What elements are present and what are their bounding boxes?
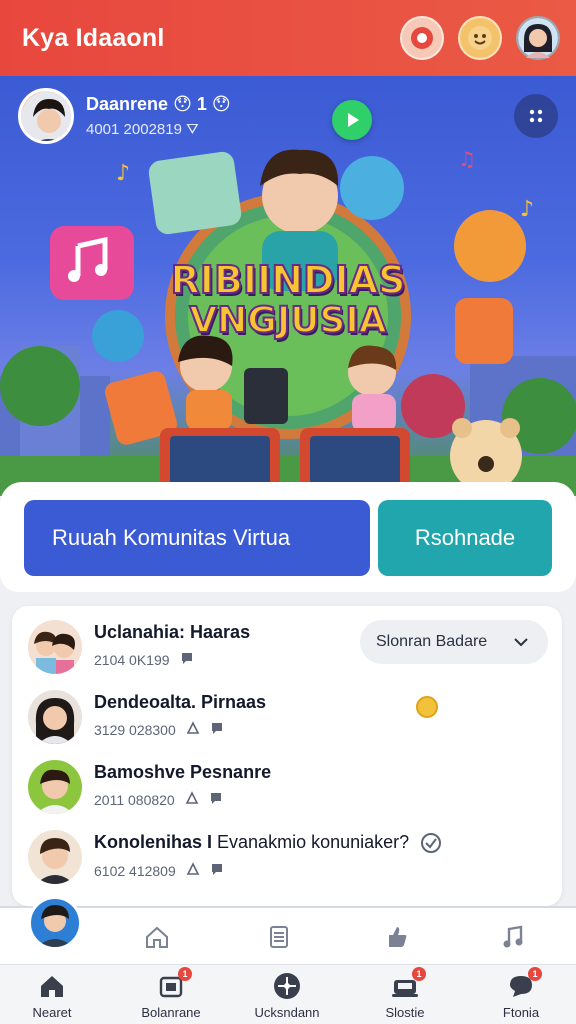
nav-label: Nearet xyxy=(32,1005,72,1020)
nav-item-nearet[interactable]: Nearet xyxy=(0,971,107,1024)
app-header: Kya Idaaonl xyxy=(0,0,576,76)
record-icon[interactable] xyxy=(400,16,444,60)
join-community-button[interactable]: Ruuah Komunitas Virtua xyxy=(24,500,370,576)
nav-label: Bolanrane xyxy=(141,1005,201,1020)
inbox-icon: 1 xyxy=(156,967,192,1001)
hero-banner: ♪ ♪ ♫ Daanrene 😯 1 😯 4001 2002819 ⛛ RIBI… xyxy=(0,76,576,496)
document-icon[interactable] xyxy=(262,920,296,954)
profile-meta: 4001 2002819 ⛛ xyxy=(86,121,199,138)
share-icon xyxy=(186,862,200,879)
list-item-meta: 6102 412809 xyxy=(94,862,442,879)
comment-icon xyxy=(209,791,223,808)
chat-icon: 1 xyxy=(506,967,542,1001)
profile-emojis: 😯 1 😯 xyxy=(173,94,231,114)
grid-icon xyxy=(529,109,543,123)
notification-badge: 1 xyxy=(412,967,426,981)
app-title: Kya Idaaonl xyxy=(22,23,165,52)
action-card: Ruuah Komunitas Virtua Rsohnade xyxy=(0,482,576,592)
play-icon xyxy=(348,113,359,127)
list-item-meta: 2011 080820 xyxy=(94,791,271,808)
list-item[interactable]: Dendeoalta. Pirnaas 3129 028300 xyxy=(12,682,562,752)
avatar xyxy=(28,760,82,814)
comment-icon xyxy=(210,721,224,738)
nav-label: Ucksndann xyxy=(254,1005,320,1020)
coin-badge-icon xyxy=(416,696,438,718)
svg-text:♪: ♪ xyxy=(520,197,534,222)
home-outline-icon[interactable] xyxy=(140,920,174,954)
profile-name: Daanrene 😯 1 😯 xyxy=(86,94,231,114)
comment-icon xyxy=(180,651,194,668)
menu-grid-button[interactable] xyxy=(514,94,558,138)
list-item-title: Konolenihas I Evanakmio konuniaker? xyxy=(94,832,442,854)
emoji-icon[interactable] xyxy=(458,16,502,60)
home-icon xyxy=(37,971,67,1001)
compass-icon xyxy=(272,971,302,1001)
nav-label: Ftonia xyxy=(502,1005,540,1020)
list-item[interactable]: Bamoshve Pesnanre 2011 080820 xyxy=(12,752,562,822)
verified-check-icon xyxy=(421,833,442,854)
list-item-title: Uclanahia: Haaras xyxy=(94,622,251,642)
share-icon xyxy=(186,721,200,738)
play-button[interactable] xyxy=(332,100,372,140)
nav-item-slostie[interactable]: 1 Slostie xyxy=(350,967,460,1024)
flag-icon: ⛛ xyxy=(186,121,199,138)
share-icon xyxy=(185,791,199,808)
avatar xyxy=(28,830,82,884)
bottom-navigation: Nearet 1 Bolanrane Ucksndann 1 Slostie 1… xyxy=(0,964,576,1024)
avatar xyxy=(28,620,82,674)
my-avatar[interactable] xyxy=(28,896,82,950)
svg-text:♪: ♪ xyxy=(116,161,130,186)
list-item-meta: 3129 028300 xyxy=(94,721,266,738)
quick-actions-bar xyxy=(0,896,576,964)
header-actions xyxy=(400,16,560,60)
list-item-title: Bamoshve Pesnanre xyxy=(94,762,272,782)
nav-item-ucksndann[interactable]: Ucksndann xyxy=(232,971,342,1024)
device-icon: 1 xyxy=(390,967,426,1001)
secondary-action-button[interactable]: Rsohnade xyxy=(378,500,552,576)
thumbs-up-icon[interactable] xyxy=(380,920,414,954)
community-list: Slonran Badare Uclanahia: Haaras 2104 0K… xyxy=(12,606,562,906)
list-item[interactable]: Uclanahia: Haaras 2104 0K199 xyxy=(12,612,562,682)
profile-avatar xyxy=(18,88,74,144)
nav-label: Slostie xyxy=(385,1005,425,1020)
nav-item-bolanrane[interactable]: 1 Bolanrane xyxy=(116,967,226,1024)
nav-item-ftonia[interactable]: 1 Ftonia xyxy=(466,967,576,1024)
music-note-icon[interactable] xyxy=(496,920,530,954)
list-item-subtitle: Evanakmio konuniaker? xyxy=(217,832,410,852)
list-item[interactable]: Konolenihas I Evanakmio konuniaker? 6102… xyxy=(12,822,562,892)
hero-profile[interactable]: Daanrene 😯 1 😯 4001 2002819 ⛛ xyxy=(18,88,231,144)
notification-badge: 1 xyxy=(528,967,542,981)
user-avatar[interactable] xyxy=(516,16,560,60)
hero-title-line1: RIBIINDIAS xyxy=(170,257,407,303)
comment-icon xyxy=(210,862,224,879)
list-item-title: Dendeoalta. Pirnaas xyxy=(94,692,267,712)
list-item-meta: 2104 0K199 xyxy=(94,651,250,668)
hero-title-line2: VNGJUSIA xyxy=(188,299,387,342)
avatar xyxy=(28,690,82,744)
notification-badge: 1 xyxy=(178,967,192,981)
svg-text:♫: ♫ xyxy=(458,147,476,171)
